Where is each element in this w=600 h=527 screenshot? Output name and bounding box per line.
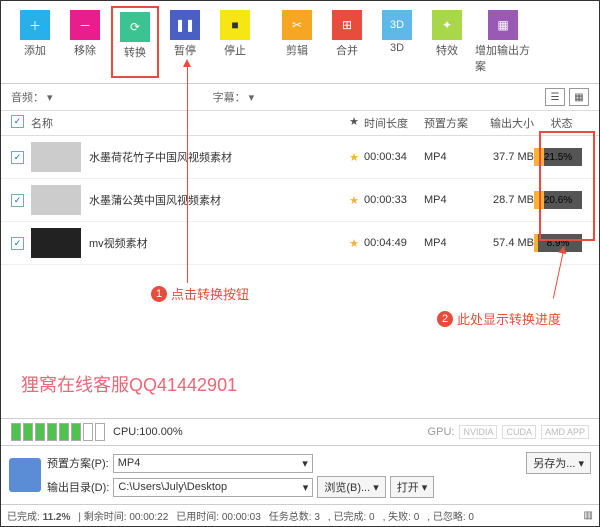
output-select[interactable]: C:\Users\July\Desktop▾ <box>113 478 313 497</box>
options-row: 音频： ▾ 字幕： ▾ ☰ ▦ <box>1 84 599 111</box>
row-duration: 00:04:49 <box>364 237 424 249</box>
cpu-bar[interactable] <box>11 423 21 441</box>
saveas-button[interactable]: 另存为... ▾ <box>526 452 591 474</box>
annotation-1: 1点击转换按钮 <box>151 284 249 303</box>
row-size: 37.7 MB <box>474 151 534 163</box>
favorite-icon[interactable]: ★ <box>344 237 364 250</box>
browse-button[interactable]: 浏览(B)... ▾ <box>317 476 385 498</box>
stop-button[interactable]: ■停止 <box>211 6 259 78</box>
gpu-tag: NVIDIA <box>459 425 497 439</box>
table-row[interactable]: ✓ 水墨荷花竹子中国风视频素材 ★ 00:00:34 MP4 37.7 MB 2… <box>1 136 599 179</box>
cpu-label: CPU:100.00% <box>113 426 183 438</box>
favorite-icon[interactable]: ★ <box>344 194 364 207</box>
3d-button[interactable]: 3D3D <box>373 6 421 78</box>
cpu-bar[interactable] <box>95 423 105 441</box>
gpu-tag: CUDA <box>502 425 536 439</box>
row-checkbox[interactable]: ✓ <box>11 194 24 207</box>
row-status: 20.6% <box>534 191 589 209</box>
effects-button[interactable]: ✦特效 <box>423 6 471 78</box>
cpu-bar[interactable] <box>23 423 33 441</box>
bottom-panel: CPU:100.00% GPU: NVIDIA CUDA AMD APP 预置方… <box>1 418 599 526</box>
add-button[interactable]: ＋添加 <box>11 6 59 78</box>
thumbnail <box>31 228 81 258</box>
subtitle-option[interactable]: 字幕： ▾ <box>213 89 255 105</box>
convert-button[interactable]: ⟳转换 <box>111 6 159 78</box>
row-checkbox[interactable]: ✓ <box>11 151 24 164</box>
audio-option[interactable]: 音频： ▾ <box>11 89 53 105</box>
pause-button[interactable]: ❚❚暂停 <box>161 6 209 78</box>
view-list-icon[interactable]: ☰ <box>545 88 565 106</box>
col-preset[interactable]: 预置方案 <box>424 115 474 131</box>
col-duration[interactable]: 时间长度 <box>364 115 424 131</box>
cpu-bar[interactable] <box>71 423 81 441</box>
output-label: 输出目录(D): <box>47 479 109 495</box>
row-name: 水墨蒲公英中国风视频素材 <box>89 192 344 208</box>
col-status[interactable]: 状态 <box>534 115 589 131</box>
row-preset: MP4 <box>424 151 474 163</box>
table-row[interactable]: ✓ mv视频素材 ★ 00:04:49 MP4 57.4 MB 8.9% <box>1 222 599 265</box>
row-size: 28.7 MB <box>474 194 534 206</box>
expand-icon[interactable]: ▥ <box>584 510 593 521</box>
file-icon <box>9 458 41 492</box>
favorite-icon[interactable]: ★ <box>344 151 364 164</box>
row-name: mv视频素材 <box>89 235 344 251</box>
row-preset: MP4 <box>424 237 474 249</box>
row-status: 8.9% <box>534 234 589 252</box>
thumbnail <box>31 142 81 172</box>
row-preset: MP4 <box>424 194 474 206</box>
row-name: 水墨荷花竹子中国风视频素材 <box>89 149 344 165</box>
row-checkbox[interactable]: ✓ <box>11 237 24 250</box>
cpu-row: CPU:100.00% GPU: NVIDIA CUDA AMD APP <box>1 418 599 445</box>
annotation-2: 2此处显示转换进度 <box>437 309 561 328</box>
view-grid-icon[interactable]: ▦ <box>569 88 589 106</box>
cut-button[interactable]: ✂剪辑 <box>273 6 321 78</box>
col-size[interactable]: 输出大小 <box>474 115 534 131</box>
settings-row: 预置方案(P): MP4▾ 另存为... ▾ 输出目录(D): C:\Users… <box>1 445 599 504</box>
gpu-tag: AMD APP <box>541 425 589 439</box>
table-header: ✓ 名称 ★ 时间长度 预置方案 输出大小 状态 <box>1 111 599 136</box>
preset-label: 预置方案(P): <box>47 455 109 471</box>
preset-select[interactable]: MP4▾ <box>113 454 313 473</box>
add-output-button[interactable]: ▦增加输出方案 <box>473 6 533 78</box>
open-button[interactable]: 打开 ▾ <box>390 476 435 498</box>
row-duration: 00:00:34 <box>364 151 424 163</box>
main-toolbar: ＋添加 －移除 ⟳转换 ❚❚暂停 ■停止 ✂剪辑 ⊞合并 3D3D ✦特效 ▦增… <box>1 1 599 84</box>
row-size: 57.4 MB <box>474 237 534 249</box>
merge-button[interactable]: ⊞合并 <box>323 6 371 78</box>
row-status: 21.5% <box>534 148 589 166</box>
cpu-bar[interactable] <box>47 423 57 441</box>
remove-button[interactable]: －移除 <box>61 6 109 78</box>
col-name[interactable]: 名称 <box>31 115 344 131</box>
check-all[interactable]: ✓ <box>11 115 24 128</box>
cpu-bar[interactable] <box>59 423 69 441</box>
thumbnail <box>31 185 81 215</box>
status-line: 已完成: 11.2% | 剩余时间: 00:00:22 已用时间: 00:00:… <box>1 504 599 526</box>
row-duration: 00:00:33 <box>364 194 424 206</box>
gpu-label: GPU: <box>428 426 455 438</box>
cpu-bar[interactable] <box>83 423 93 441</box>
file-list: ✓ 水墨荷花竹子中国风视频素材 ★ 00:00:34 MP4 37.7 MB 2… <box>1 136 599 265</box>
col-star[interactable]: ★ <box>344 115 364 131</box>
cpu-bar[interactable] <box>35 423 45 441</box>
table-row[interactable]: ✓ 水墨蒲公英中国风视频素材 ★ 00:00:33 MP4 28.7 MB 20… <box>1 179 599 222</box>
watermark: 狸窝在线客服QQ41442901 <box>21 371 237 397</box>
